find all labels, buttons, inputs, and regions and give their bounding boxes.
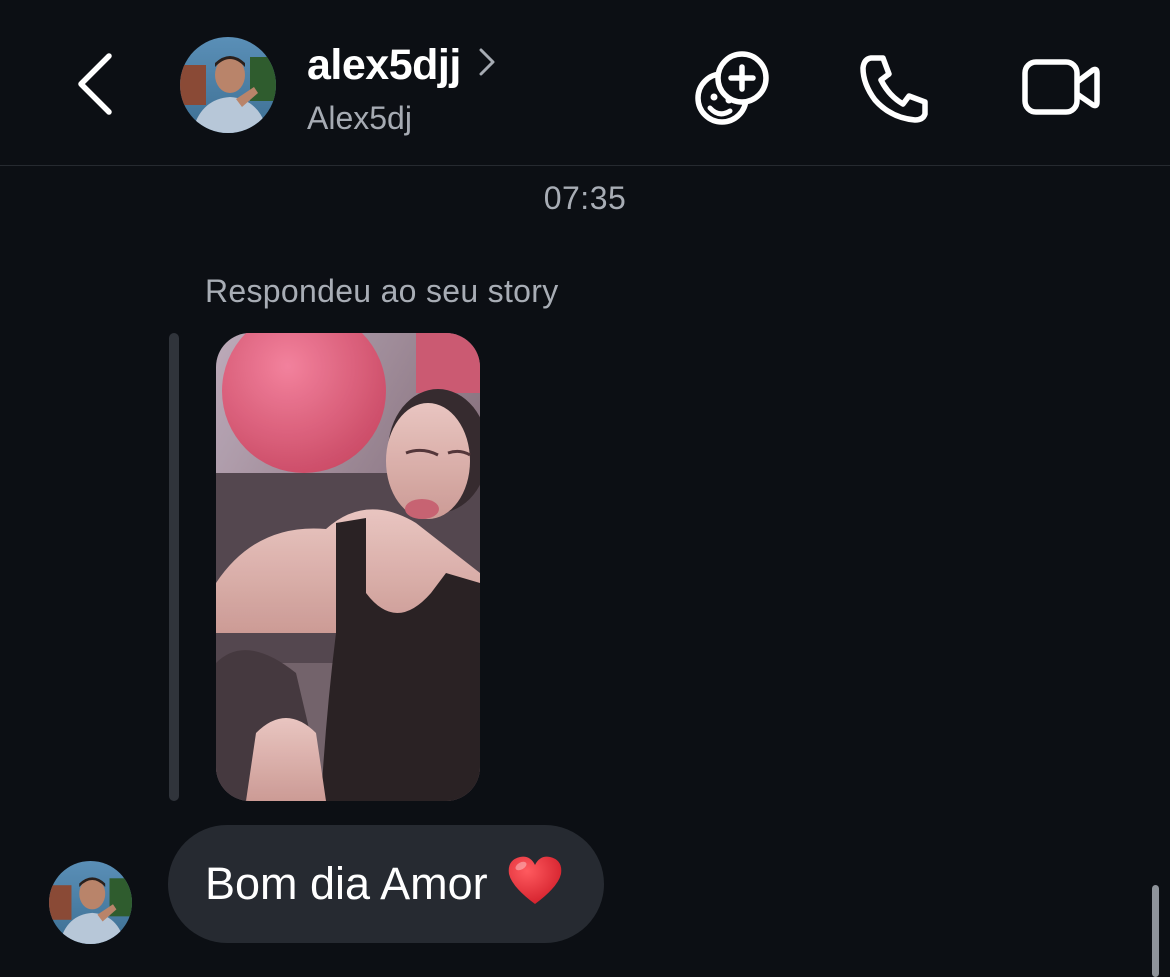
contact-info[interactable]: alex5djj Alex5dj (307, 38, 495, 137)
sender-avatar[interactable] (49, 861, 132, 944)
message-bubble[interactable]: Bom dia Amor (168, 825, 604, 943)
effects-button[interactable] (692, 48, 772, 128)
phone-icon (860, 55, 928, 123)
back-button[interactable] (60, 48, 130, 120)
video-call-button[interactable] (1021, 48, 1101, 128)
username: alex5djj (307, 40, 461, 89)
chevron-left-icon (78, 53, 112, 115)
chevron-right-icon (479, 48, 495, 76)
story-reply-label: Respondeu ao seu story (205, 273, 559, 309)
message-text: Bom dia Amor (205, 858, 488, 909)
chat-header: alex5djj Alex5dj (0, 0, 1170, 166)
story-thumbnail[interactable] (216, 333, 480, 801)
audio-call-button[interactable] (855, 48, 935, 128)
video-camera-icon (1022, 59, 1100, 115)
add-effects-icon (695, 51, 769, 125)
display-name: Alex5dj (307, 100, 412, 136)
heart-emoji (506, 854, 564, 906)
username-row[interactable]: alex5djj (307, 38, 495, 92)
message-timestamp: 07:35 (543, 180, 627, 216)
contact-avatar[interactable] (180, 37, 276, 133)
chat-screen: alex5djj Alex5dj 07:35 Respondeu ao seu … (0, 0, 1170, 977)
reply-indicator-bar (169, 333, 179, 801)
scrollbar[interactable] (1152, 885, 1159, 977)
